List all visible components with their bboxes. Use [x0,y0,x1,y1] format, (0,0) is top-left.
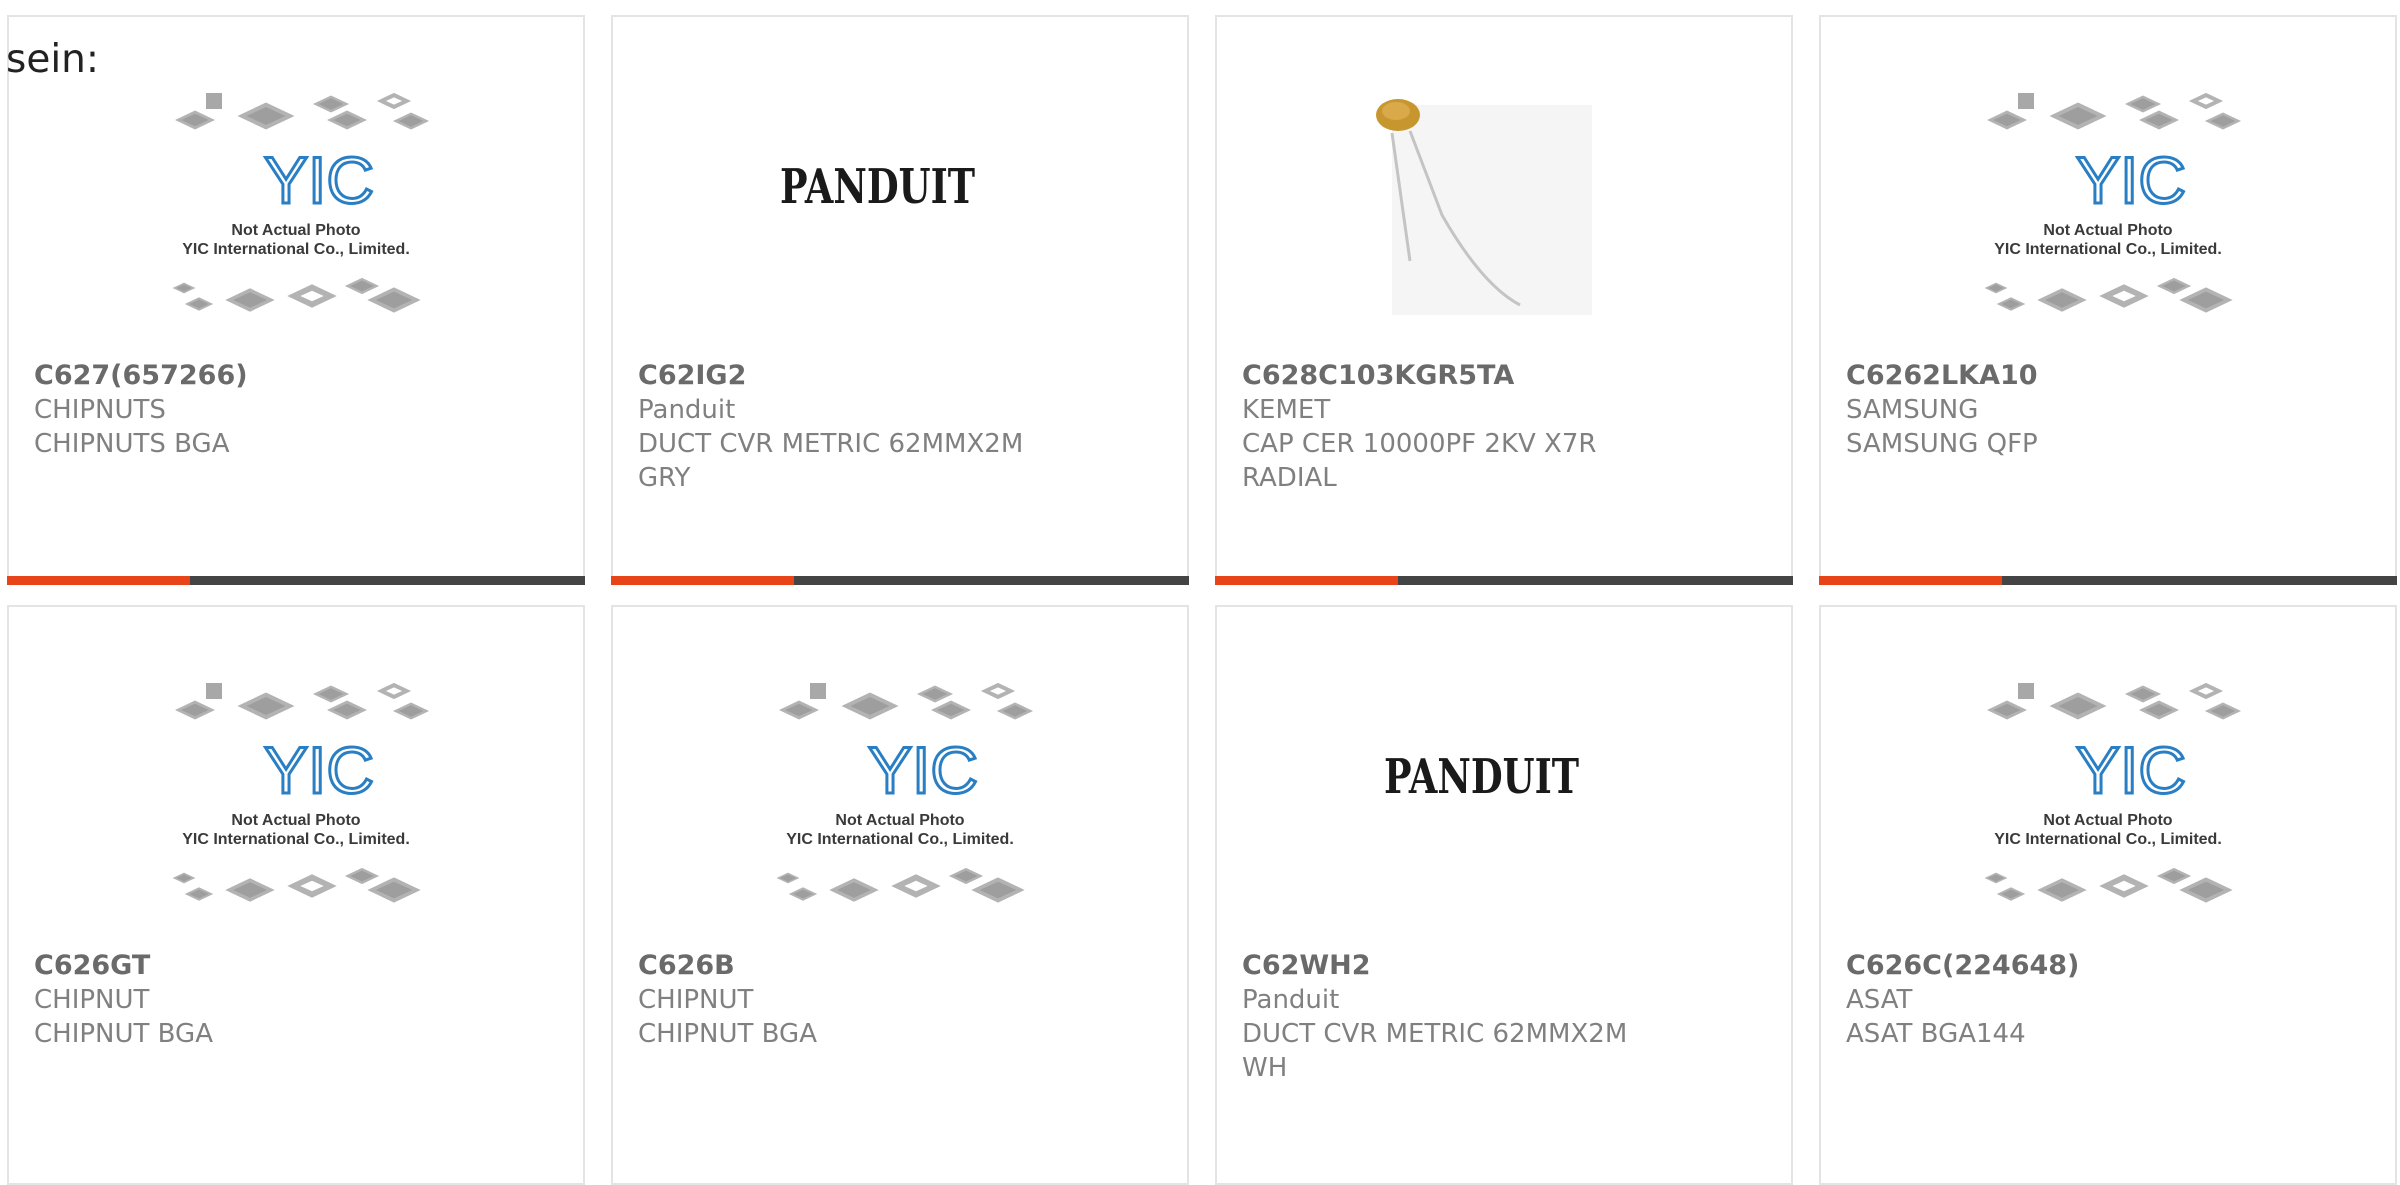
yic-logo: YIC [868,733,978,807]
product-card[interactable]: PANDUIT C62WH2 Panduit DUCT CVR METRIC 6… [1215,605,1793,1185]
description: CHIPNUTS BGA [34,429,230,459]
description: CHIPNUT BGA [34,1019,213,1049]
manufacturer: Panduit [1242,985,1340,1015]
product-image-placeholder[interactable]: YIC Not Actual Photo YIC International C… [144,675,449,925]
description: SAMSUNG QFP [1846,429,2038,459]
card-bottom-bar [611,576,1189,585]
manufacturer: CHIPNUT [638,985,754,1015]
manufacturer: Panduit [638,395,736,425]
card-bottom-bar [1215,576,1793,585]
yic-logo: YIC [2076,733,2186,807]
placeholder-caption-2: YIC International Co., Limited. [182,241,410,258]
description: ASAT BGA144 [1846,1019,2026,1049]
placeholder-caption-1: Not Actual Photo [2043,812,2172,829]
card-bottom-bar [1819,576,2397,585]
part-number[interactable]: C62WH2 [1242,949,1771,983]
product-card[interactable]: YIC Not Actual Photo YIC International C… [7,605,585,1185]
part-number[interactable]: C628C103KGR5TA [1242,359,1771,393]
panduit-logo-image[interactable]: PANDUIT [748,85,1053,335]
placeholder-caption-1: Not Actual Photo [2043,222,2172,239]
manufacturer: KEMET [1242,395,1331,425]
intro-text: sein: [6,37,100,82]
product-image-placeholder[interactable]: YIC Not Actual Photo YIC International C… [144,85,449,335]
placeholder-caption-2: YIC International Co., Limited. [1994,241,2222,258]
manufacturer: CHIPNUTS [34,395,166,425]
placeholder-caption-2: YIC International Co., Limited. [182,831,410,848]
card-accent [7,576,190,585]
card-accent [1215,576,1398,585]
card-accent [1819,576,2002,585]
part-number[interactable]: C627(657266) [34,359,563,393]
panduit-logo-image[interactable]: PANDUIT [1352,675,1657,925]
part-number[interactable]: C626GT [34,949,563,983]
placeholder-caption-2: YIC International Co., Limited. [786,831,1014,848]
description: DUCT CVR METRIC 62MMX2M GRY [638,429,1024,493]
panduit-logo: PANDUIT [1384,749,1579,805]
product-image-placeholder[interactable]: YIC Not Actual Photo YIC International C… [1956,85,2261,335]
panduit-logo: PANDUIT [780,159,975,215]
yic-logo: YIC [264,733,374,807]
product-card[interactable]: YIC Not Actual Photo YIC International C… [611,605,1189,1185]
description: CHIPNUT BGA [638,1019,817,1049]
description: DUCT CVR METRIC 62MMX2M WH [1242,1019,1628,1083]
placeholder-caption-2: YIC International Co., Limited. [1994,831,2222,848]
product-card[interactable]: YIC Not Actual Photo YIC International C… [1819,605,2397,1185]
placeholder-caption-1: Not Actual Photo [231,812,360,829]
capacitor-photo[interactable] [1352,85,1657,335]
yic-logo: YIC [264,143,374,217]
manufacturer: ASAT [1846,985,1913,1015]
card-accent [611,576,794,585]
product-card[interactable]: YIC Not Actual Photo YIC International C… [1819,15,2397,585]
placeholder-caption-1: Not Actual Photo [835,812,964,829]
product-card[interactable]: C628C103KGR5TA KEMET CAP CER 10000PF 2KV… [1215,15,1793,585]
product-image-placeholder[interactable]: YIC Not Actual Photo YIC International C… [1956,675,2261,925]
part-number[interactable]: C626C(224648) [1846,949,2375,983]
part-number[interactable]: C626B [638,949,1167,983]
product-card[interactable]: YIC Not Actual Photo YIC International C… [7,15,585,585]
part-number[interactable]: C6262LKA10 [1846,359,2375,393]
card-bottom-bar [7,576,585,585]
part-number[interactable]: C62IG2 [638,359,1167,393]
manufacturer: SAMSUNG [1846,395,1979,425]
yic-logo: YIC [2076,143,2186,217]
manufacturer: CHIPNUT [34,985,150,1015]
product-image-placeholder[interactable]: YIC Not Actual Photo YIC International C… [748,675,1053,925]
placeholder-caption-1: Not Actual Photo [231,222,360,239]
product-card[interactable]: PANDUIT C62IG2 Panduit DUCT CVR METRIC 6… [611,15,1189,585]
description: CAP CER 10000PF 2KV X7R RADIAL [1242,429,1597,493]
